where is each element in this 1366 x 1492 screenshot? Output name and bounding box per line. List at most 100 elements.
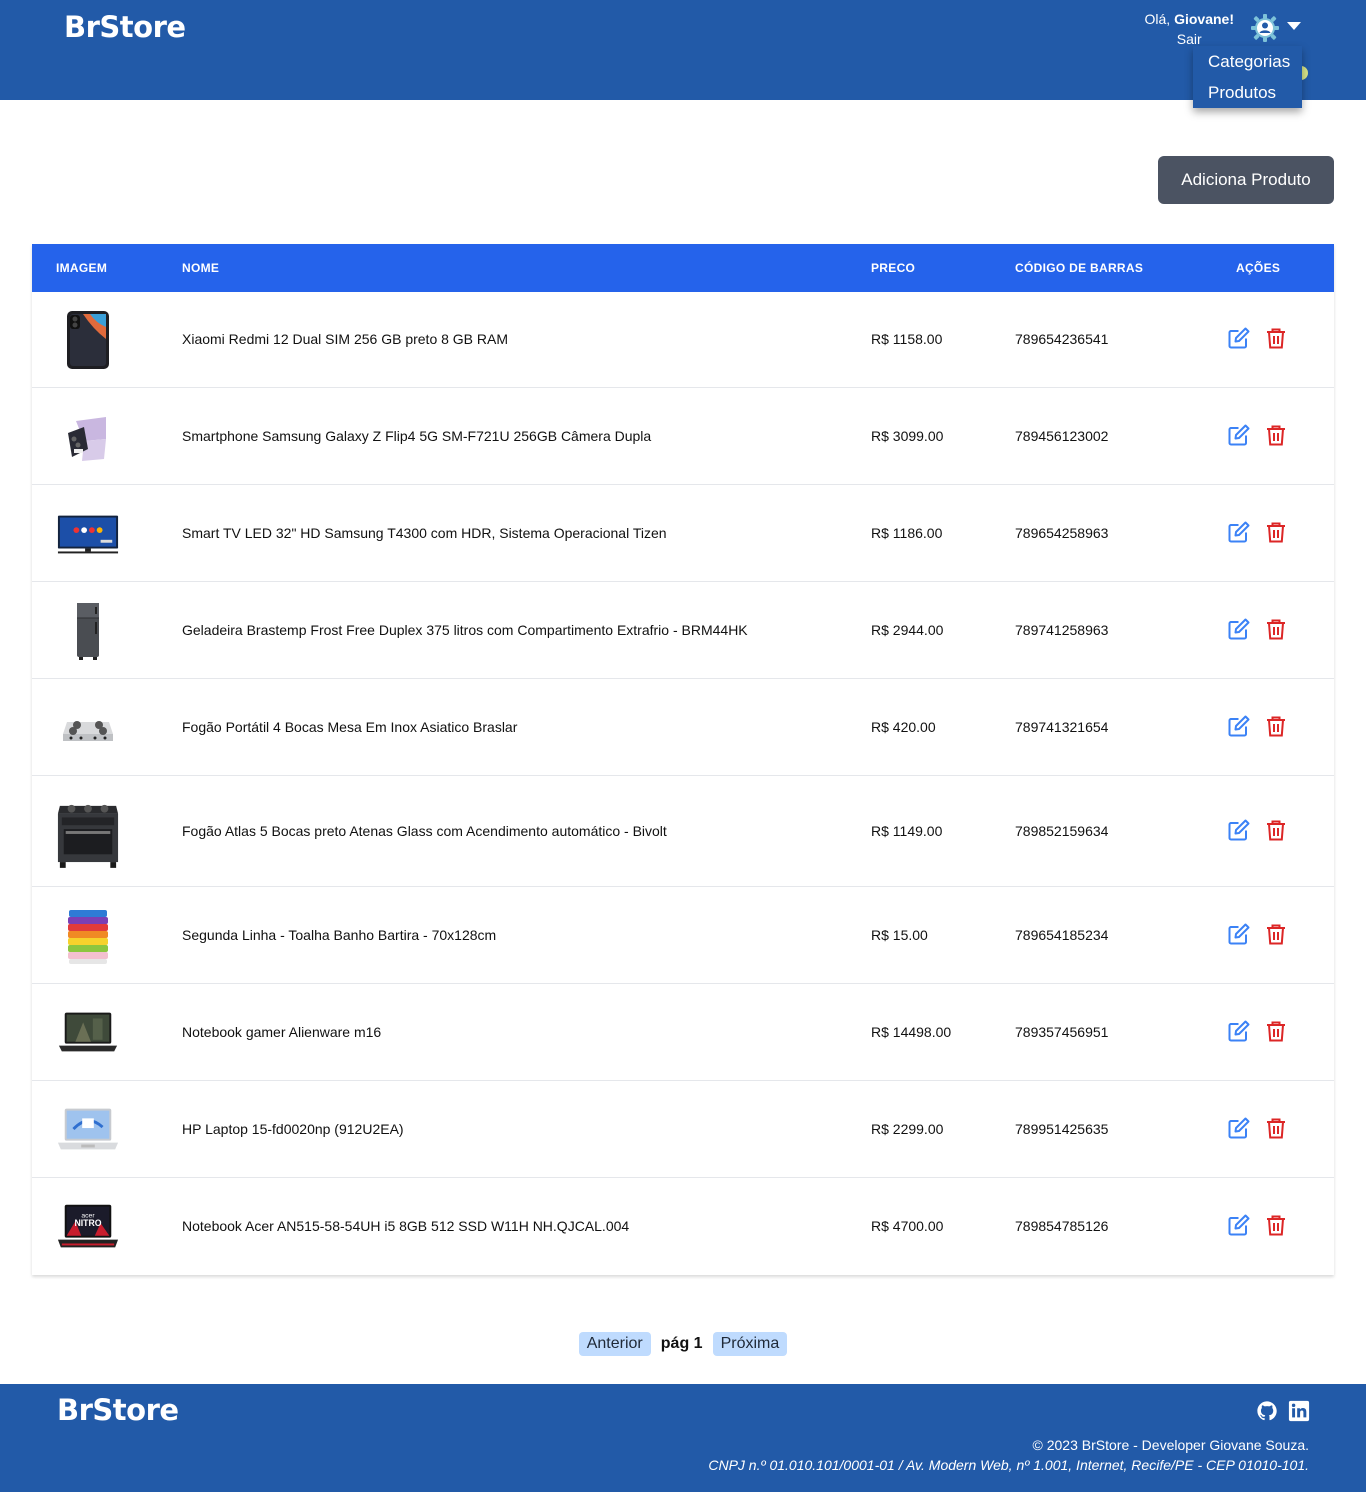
row-actions <box>1227 423 1288 447</box>
delete-icon[interactable] <box>1264 714 1288 738</box>
product-price: R$ 2944.00 <box>871 622 944 638</box>
row-actions <box>1227 1213 1288 1237</box>
social-links <box>1256 1400 1310 1422</box>
product-image <box>56 776 120 887</box>
edit-icon[interactable] <box>1227 617 1251 641</box>
table-row: Fogão Portátil 4 Bocas Mesa Em Inox Asia… <box>32 679 1334 776</box>
menu-item-produtos[interactable]: Produtos <box>1193 81 1302 112</box>
product-barcode: 789456123002 <box>1015 428 1109 444</box>
row-actions <box>1227 714 1288 738</box>
product-image <box>56 485 120 582</box>
delete-icon[interactable] <box>1264 818 1288 842</box>
product-name: Notebook Acer AN515-58-54UH i5 8GB 512 S… <box>182 1218 630 1234</box>
table-row: Xiaomi Redmi 12 Dual SIM 256 GB preto 8 … <box>32 292 1334 388</box>
row-actions <box>1227 1019 1288 1043</box>
delete-icon[interactable] <box>1264 326 1288 350</box>
row-actions <box>1227 818 1288 842</box>
row-actions <box>1227 1116 1288 1140</box>
user-settings-icon[interactable] <box>1251 14 1279 42</box>
table-header: IMAGEM NOME PRECO CÓDIGO DE BARRAS AÇÕES <box>32 244 1334 292</box>
product-barcode: 789654236541 <box>1015 331 1109 347</box>
delete-icon[interactable] <box>1264 617 1288 641</box>
row-actions <box>1227 617 1288 641</box>
product-name: Smart TV LED 32" HD Samsung T4300 com HD… <box>182 525 667 541</box>
table-row: Geladeira Brastemp Frost Free Duplex 375… <box>32 582 1334 679</box>
product-image <box>56 292 120 388</box>
product-image <box>56 1081 120 1178</box>
user-greeting: Olá, Giovane! Sair <box>1145 9 1234 49</box>
product-barcode: 789654185234 <box>1015 927 1109 943</box>
add-product-button[interactable]: Adiciona Produto <box>1158 156 1334 204</box>
edit-icon[interactable] <box>1227 818 1251 842</box>
product-price: R$ 1186.00 <box>871 525 943 541</box>
product-barcode: 789854785126 <box>1015 1218 1109 1234</box>
user-dropdown-menu: Categorias Produtos <box>1193 46 1302 108</box>
table-row: Smartphone Samsung Galaxy Z Flip4 5G SM-… <box>32 388 1334 485</box>
row-actions <box>1227 922 1288 946</box>
footer-address: CNPJ n.º 01.010.101/0001-01 / Av. Modern… <box>708 1457 1309 1473</box>
row-actions <box>1227 520 1288 544</box>
delete-icon[interactable] <box>1264 922 1288 946</box>
product-name: HP Laptop 15-fd0020np (912U2EA) <box>182 1121 404 1137</box>
linkedin-icon[interactable] <box>1288 1400 1310 1422</box>
product-barcode: 789357456951 <box>1015 1024 1109 1040</box>
github-icon[interactable] <box>1256 1400 1278 1422</box>
menu-item-categorias[interactable]: Categorias <box>1193 50 1302 81</box>
next-page-button[interactable]: Próxima <box>712 1332 788 1356</box>
page-footer: BrStore © 2023 BrStore - Developer Giova… <box>0 1384 1366 1492</box>
chevron-down-icon[interactable] <box>1287 22 1301 30</box>
edit-icon[interactable] <box>1227 520 1251 544</box>
product-image: acer NITRO <box>56 1178 120 1275</box>
column-header-actions: AÇÕES <box>1236 261 1281 275</box>
edit-icon[interactable] <box>1227 714 1251 738</box>
product-price: R$ 4700.00 <box>871 1218 944 1234</box>
row-actions <box>1227 326 1288 350</box>
delete-icon[interactable] <box>1264 1116 1288 1140</box>
edit-icon[interactable] <box>1227 922 1251 946</box>
product-price: R$ 14498.00 <box>871 1024 952 1040</box>
product-barcode: 789852159634 <box>1015 823 1109 839</box>
pagination: Anterior pág 1 Próxima <box>0 1332 1366 1356</box>
edit-icon[interactable] <box>1227 326 1251 350</box>
footer-brand: BrStore <box>57 1393 179 1427</box>
delete-icon[interactable] <box>1264 520 1288 544</box>
product-image <box>56 582 120 679</box>
product-name: Fogão Portátil 4 Bocas Mesa Em Inox Asia… <box>182 719 518 735</box>
delete-icon[interactable] <box>1264 423 1288 447</box>
table-body: Xiaomi Redmi 12 Dual SIM 256 GB preto 8 … <box>32 292 1334 1275</box>
product-name: Fogão Atlas 5 Bocas preto Atenas Glass c… <box>182 823 667 839</box>
delete-icon[interactable] <box>1264 1213 1288 1237</box>
product-barcode: 789951425635 <box>1015 1121 1109 1137</box>
brand-logo[interactable]: BrStore <box>64 10 186 44</box>
previous-page-button[interactable]: Anterior <box>578 1332 651 1356</box>
product-name: Smartphone Samsung Galaxy Z Flip4 5G SM-… <box>182 428 652 444</box>
table-row: HP Laptop 15-fd0020np (912U2EA) R$ 2299.0… <box>32 1081 1334 1178</box>
product-price: R$ 1149.00 <box>871 823 943 839</box>
edit-icon[interactable] <box>1227 1116 1251 1140</box>
product-name: Geladeira Brastemp Frost Free Duplex 375… <box>182 622 748 638</box>
column-header-barcode: CÓDIGO DE BARRAS <box>1015 261 1144 275</box>
table-row: Notebook gamer Alienware m16 R$ 14498.00 7… <box>32 984 1334 1081</box>
product-price: R$ 420.00 <box>871 719 936 735</box>
product-price: R$ 3099.00 <box>871 428 944 444</box>
table-row: Smart TV LED 32" HD Samsung T4300 com HD… <box>32 485 1334 582</box>
table-row: acer NITRO Notebook Acer AN515-58-54UH i5 … <box>32 1178 1334 1275</box>
delete-icon[interactable] <box>1264 1019 1288 1043</box>
footer-copyright: © 2023 BrStore - Developer Giovane Souza… <box>1032 1437 1309 1453</box>
top-header: BrStore Olá, Giovane! Sair Categorias Pr… <box>0 0 1366 108</box>
column-header-image: IMAGEM <box>56 261 108 275</box>
product-price: R$ 1158.00 <box>871 331 943 347</box>
column-header-name: NOME <box>182 261 220 275</box>
edit-icon[interactable] <box>1227 1213 1251 1237</box>
products-table: IMAGEM NOME PRECO CÓDIGO DE BARRAS AÇÕES… <box>32 244 1334 1275</box>
greeting-prefix: Olá, <box>1144 11 1175 27</box>
product-barcode: 789741321654 <box>1015 719 1109 735</box>
edit-icon[interactable] <box>1227 1019 1251 1043</box>
product-image <box>56 887 120 984</box>
product-barcode: 789654258963 <box>1015 525 1109 541</box>
page-indicator: pág 1 <box>660 1335 703 1352</box>
edit-icon[interactable] <box>1227 423 1251 447</box>
column-header-price: PRECO <box>871 261 916 275</box>
product-name: Notebook gamer Alienware m16 <box>182 1024 382 1040</box>
product-image <box>56 984 120 1081</box>
